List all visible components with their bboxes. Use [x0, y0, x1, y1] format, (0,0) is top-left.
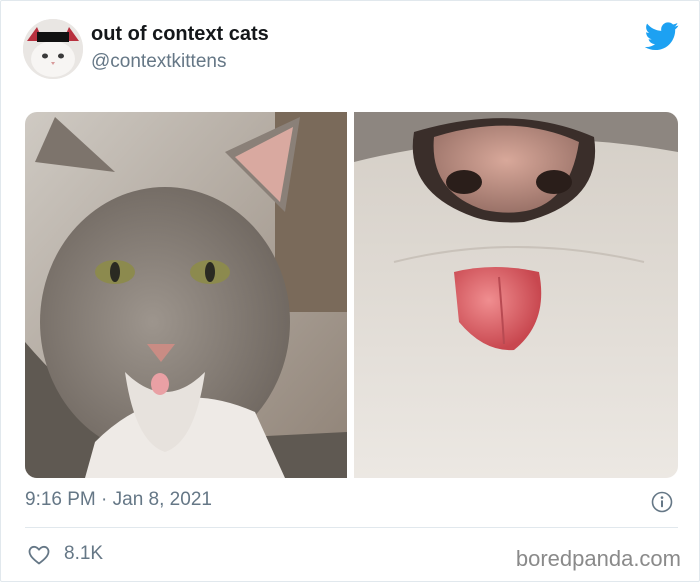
tweet-card: out of context cats @contextkittens 9:16… [0, 0, 700, 582]
watermark: boredpanda.com [515, 546, 681, 571]
avatar[interactable] [23, 19, 83, 79]
heart-icon[interactable] [27, 543, 51, 567]
user-handle[interactable]: @contextkittens [91, 51, 226, 73]
twitter-bird-icon[interactable] [644, 19, 679, 53]
divider [25, 527, 678, 528]
tweet-timestamp[interactable]: 9:16 PM · Jan 8, 2021 [25, 489, 212, 511]
media-photo-cat[interactable] [25, 112, 347, 478]
like-count[interactable]: 8.1K [64, 543, 103, 565]
display-name[interactable]: out of context cats [91, 23, 269, 46]
media-photo-closeup[interactable] [354, 112, 678, 478]
tweet-media[interactable] [25, 112, 678, 478]
cat-avatar-image [23, 19, 83, 79]
info-icon[interactable] [651, 491, 673, 513]
